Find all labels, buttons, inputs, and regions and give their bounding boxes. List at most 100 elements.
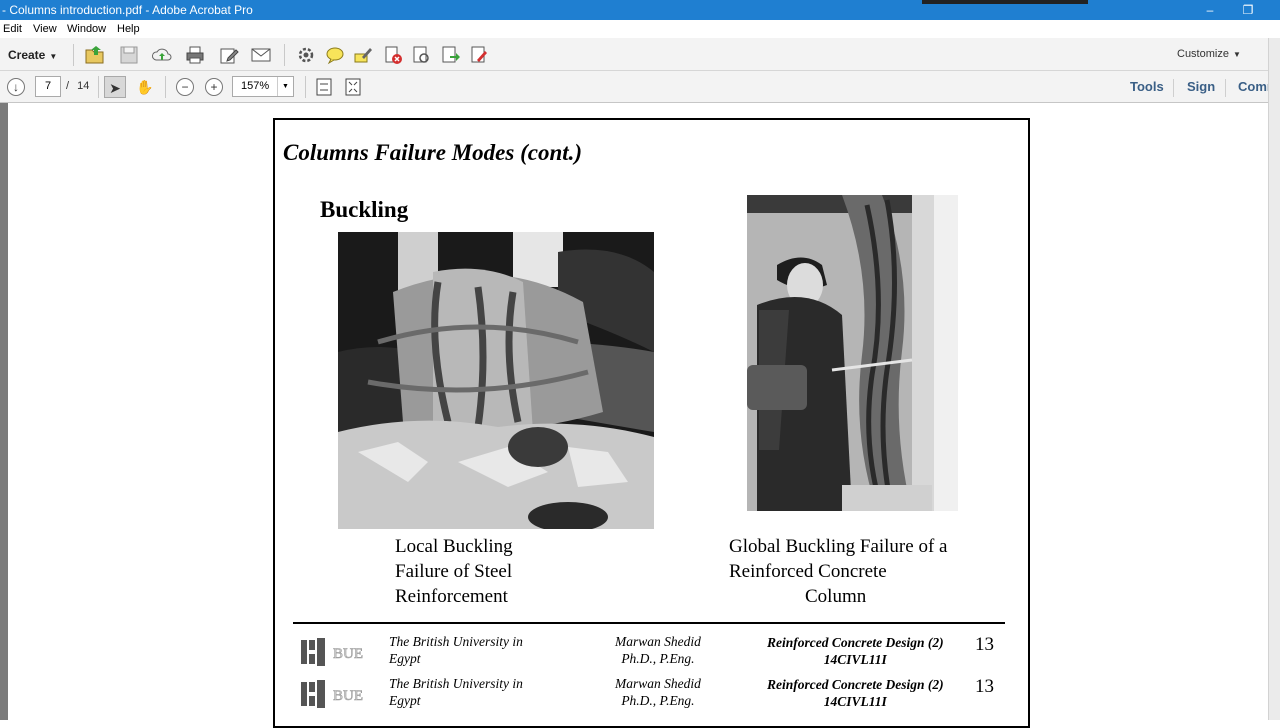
navigation-pane-edge [0,103,8,720]
footer-author-name: Marwan Shedid [615,634,701,649]
footer-university: The British University in Egypt [389,633,523,667]
caption-left-line-3: Reinforcement [395,586,508,607]
footer-university-line-1: The British University in [389,676,523,691]
logo-text: BUE [333,688,363,704]
chevron-down-icon: ▼ [1232,50,1241,59]
minimize-button[interactable]: – [1190,1,1230,19]
footer-university-line-1: The British University in [389,634,523,649]
save-icon[interactable] [118,44,140,66]
expand-icon [345,78,361,96]
caption-right-line-2: Reinforced Concrete [729,561,887,582]
delete-icon[interactable] [382,44,404,66]
footer-course: Reinforced Concrete Design (2) 14CIVL11I [767,676,944,710]
footer-rule [293,622,1005,624]
next-page-button[interactable]: ↓ [7,78,25,96]
upload-icon[interactable] [151,44,173,66]
slide-footer: BUE The British University in Egypt Marw… [297,675,997,715]
page-number-input[interactable]: 7 [35,76,61,97]
document-page: Columns Failure Modes (cont.) Buckling L… [273,118,1030,728]
plus-icon: + [210,80,218,94]
page-total: / 14 [66,80,89,92]
total-pages: 14 [77,80,90,92]
caption-left: Local Buckling Failure of Steel Reinforc… [395,534,513,609]
caption-left-line-1: Local Buckling [395,536,513,557]
local-buckling-photo [338,232,654,529]
page-separator: / [66,80,70,92]
open-icon[interactable] [84,44,106,66]
footer-course-name: Reinforced Concrete Design (2) [767,677,944,692]
create-button[interactable]: Create ▼ [8,48,57,62]
logo-text: BUE [333,646,363,662]
menu-help[interactable]: Help [117,23,140,35]
toolbar-divider [73,44,74,66]
menu-view[interactable]: View [33,23,57,35]
caption-right-line-3: Column [805,586,867,607]
chevron-down-icon: ▼ [49,52,58,61]
toolbar-divider [98,76,99,98]
title-bar-indicator [922,0,1088,4]
customize-button[interactable]: Customize ▼ [1177,48,1241,60]
main-toolbar: Create ▼ Customize ▼ [0,38,1280,71]
footer-author-degree: Ph.D., P.Eng. [621,651,695,666]
title-bar: - Columns introduction.pdf - Adobe Acrob… [0,0,1280,20]
export-icon[interactable] [439,44,461,66]
gear-icon[interactable] [295,44,317,66]
arrow-down-icon: ↓ [13,80,19,94]
toolbar-divider [1173,79,1174,97]
tools-pane-button[interactable]: Tools [1130,79,1164,94]
zoom-in-button[interactable]: + [205,78,223,96]
slide-title: Columns Failure Modes (cont.) [283,140,583,165]
toolbar-divider [284,44,285,66]
hand-icon: ✋ [136,79,154,95]
footer-university-line-2: Egypt [389,651,421,666]
comment-icon[interactable] [324,44,346,66]
footer-course: Reinforced Concrete Design (2) 14CIVL11I [767,634,944,668]
footer-author: Marwan Shedid Ph.D., P.Eng. [615,675,701,709]
fit-page-icon [316,78,332,96]
window-title: - Columns introduction.pdf - Adobe Acrob… [2,3,253,17]
email-icon[interactable] [250,44,272,66]
footer-author-name: Marwan Shedid [615,676,701,691]
slide-footer: BUE The British University in Egypt Marw… [297,633,997,673]
menu-edit[interactable]: Edit [3,23,22,35]
footer-course-name: Reinforced Concrete Design (2) [767,635,944,650]
global-buckling-photo [747,195,958,511]
vertical-scrollbar[interactable] [1268,38,1280,720]
zoom-value: 157% [241,80,270,92]
navigation-toolbar: ↓ 7 / 14 ➤ ✋ − + 157% ▼ Tools Sign Comm [0,71,1280,103]
caption-right: Global Buckling Failure of a Reinforced … [729,534,947,609]
footer-author-degree: Ph.D., P.Eng. [621,693,695,708]
sign-pane-button[interactable]: Sign [1187,79,1215,94]
sign-doc-icon[interactable] [468,44,490,66]
fit-page-button[interactable] [313,76,335,98]
menu-window[interactable]: Window [67,23,106,35]
caption-left-line-2: Failure of Steel [395,561,513,582]
full-screen-button[interactable] [342,76,364,98]
footer-university-line-2: Egypt [389,693,421,708]
slide-subheading: Buckling [320,197,409,222]
zoom-select[interactable]: 157% ▼ [232,76,294,97]
minus-icon: − [181,80,189,94]
toolbar-divider [165,76,166,98]
highlight-icon[interactable] [352,44,374,66]
cursor-icon: ➤ [109,80,121,96]
footer-university: The British University in Egypt [389,675,523,709]
restore-button[interactable]: ❐ [1228,1,1268,19]
document-icon[interactable] [410,44,432,66]
footer-course-code: 14CIVL11I [823,694,887,709]
edit-icon[interactable] [218,44,240,66]
footer-page-number: 13 [975,676,994,697]
university-logo: BUE [301,680,363,708]
chevron-down-icon[interactable]: ▼ [277,77,293,96]
select-tool-button[interactable]: ➤ [104,76,126,98]
toolbar-divider [1225,79,1226,97]
caption-right-line-1: Global Buckling Failure of a [729,536,948,557]
create-label: Create [8,48,46,62]
hand-tool-button[interactable]: ✋ [134,76,156,98]
toolbar-divider [305,76,306,98]
menu-bar: Edit View Window Help [0,20,1280,38]
footer-page-number: 13 [975,634,994,655]
university-logo: BUE [301,638,363,666]
print-icon[interactable] [184,44,206,66]
zoom-out-button[interactable]: − [176,78,194,96]
